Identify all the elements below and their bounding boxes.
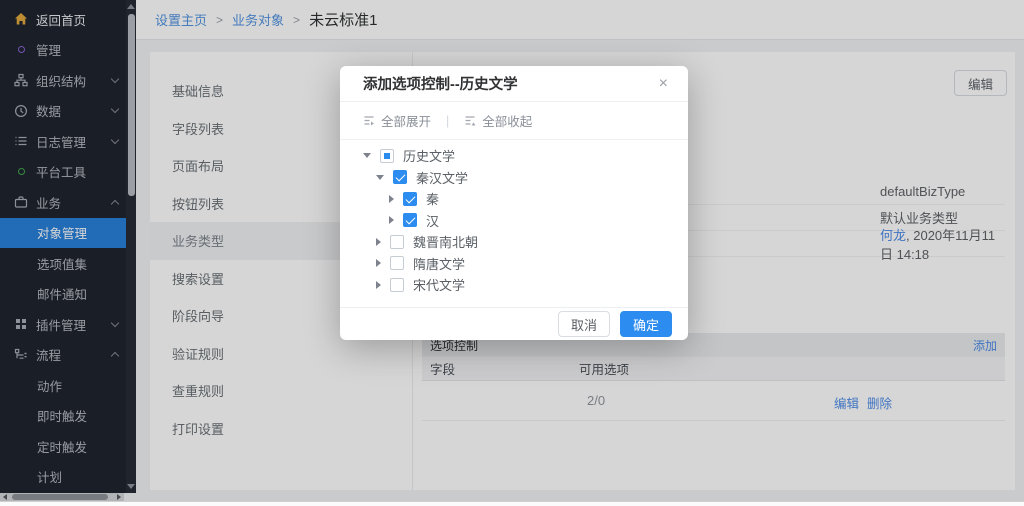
add-option-control-dialog: 添加选项控制--历史文学 × 全部展开 | 全部收起 历史文学 <box>340 66 688 340</box>
confirm-button[interactable]: 确定 <box>620 311 672 337</box>
dialog-title: 添加选项控制--历史文学 <box>363 73 518 94</box>
expander-right-icon[interactable] <box>376 259 381 267</box>
toolbar-separator: | <box>446 114 449 128</box>
expander-right-icon[interactable] <box>389 216 394 224</box>
checkbox-checked[interactable] <box>403 213 417 227</box>
dialog-footer: 取消 确定 <box>340 307 688 340</box>
app-window: 返回首页 管理 组织结构 数据 <box>0 0 1024 506</box>
tree-node-label[interactable]: 汉 <box>426 211 439 230</box>
dialog-header: 添加选项控制--历史文学 × <box>340 66 688 102</box>
checkbox-indeterminate[interactable] <box>380 149 394 163</box>
tree-node: 宋代文学 <box>340 274 688 296</box>
expander-down-icon[interactable] <box>363 153 371 158</box>
collapse-all-label: 全部收起 <box>482 111 532 130</box>
tree-node: 隋唐文学 <box>340 253 688 275</box>
tree-node-label[interactable]: 秦 <box>426 189 439 208</box>
collapse-all-button[interactable]: 全部收起 <box>464 111 532 130</box>
checkbox-unchecked[interactable] <box>390 256 404 270</box>
tree-node-label[interactable]: 魏晋南北朝 <box>413 232 478 251</box>
tree-node-label[interactable]: 隋唐文学 <box>413 254 465 273</box>
expander-right-icon[interactable] <box>376 238 381 246</box>
window-bottom-edge <box>0 501 1024 506</box>
checkbox-checked[interactable] <box>403 192 417 206</box>
collapse-all-icon <box>464 115 476 127</box>
cancel-button[interactable]: 取消 <box>558 311 610 337</box>
tree-node-label[interactable]: 宋代文学 <box>413 275 465 294</box>
tree-node: 魏晋南北朝 <box>340 231 688 253</box>
expand-all-button[interactable]: 全部展开 <box>363 111 431 130</box>
checkbox-unchecked[interactable] <box>390 278 404 292</box>
expander-right-icon[interactable] <box>376 281 381 289</box>
tree-node: 秦 <box>340 188 688 210</box>
expand-all-label: 全部展开 <box>381 111 431 130</box>
tree-node: 汉 <box>340 210 688 232</box>
expander-down-icon[interactable] <box>376 175 384 180</box>
tree-toolbar: 全部展开 | 全部收起 <box>340 102 688 140</box>
tree-node-label[interactable]: 秦汉文学 <box>416 168 468 187</box>
tree-node: 秦汉文学 <box>340 167 688 189</box>
checkbox-unchecked[interactable] <box>390 235 404 249</box>
close-icon[interactable]: × <box>655 74 672 94</box>
checkbox-checked[interactable] <box>393 170 407 184</box>
app-root: 返回首页 管理 组织结构 数据 <box>0 0 1024 501</box>
tree-node: 历史文学 <box>340 145 688 167</box>
tree-node-label[interactable]: 历史文学 <box>403 146 455 165</box>
option-tree: 历史文学 秦汉文学 秦 汉 <box>340 140 688 307</box>
expand-all-icon <box>363 115 375 127</box>
expander-right-icon[interactable] <box>389 195 394 203</box>
